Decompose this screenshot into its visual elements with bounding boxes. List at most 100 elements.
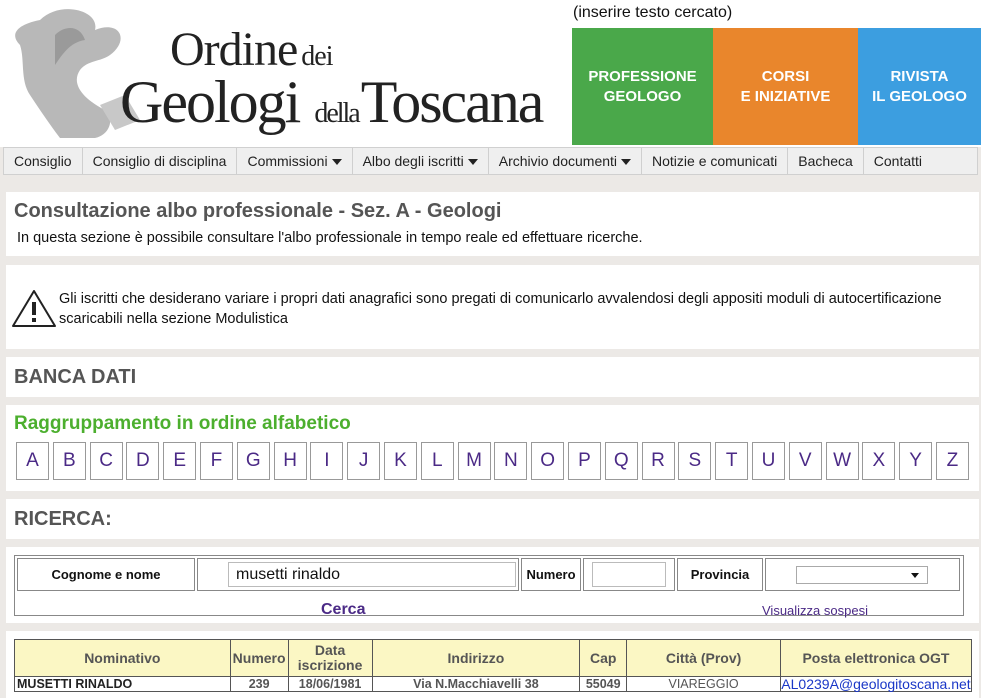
number-field-cell <box>583 558 675 591</box>
letter-button-z[interactable]: Z <box>935 442 969 480</box>
page-description: In questa sezione è possibile consultare… <box>17 230 643 246</box>
cell-data: 18/06/1981 <box>287 676 373 692</box>
site-search-input[interactable]: (inserire testo cercato) <box>572 4 981 26</box>
warning-icon <box>12 290 56 327</box>
nav-label: Albo degli iscritti <box>362 153 464 169</box>
letter-button-f[interactable]: F <box>199 442 233 480</box>
name-field-cell: musetti rinaldo <box>197 558 519 591</box>
letter-button-n[interactable]: N <box>494 442 528 480</box>
name-label: Cognome e nome <box>17 558 195 591</box>
cell-indirizzo: Via N.Macchiavelli 38 <box>371 676 581 692</box>
letter-button-k[interactable]: K <box>383 442 417 480</box>
tile-professione-geologo[interactable]: PROFESSIONE GEOLOGO <box>572 28 713 145</box>
table-row: MUSETTI RINALDO 239 18/06/1981 Via N.Mac… <box>14 676 973 692</box>
col-header-cap: Cap <box>579 639 628 677</box>
nav-item-commissioni[interactable]: Commissioni <box>237 148 353 174</box>
letter-button-b[interactable]: B <box>52 442 86 480</box>
col-header-data-iscrizione: Data iscrizione <box>287 639 373 677</box>
nav-label: Archivio documenti <box>498 153 618 169</box>
alphabet-letters: ABCDEFGHIJKLMNOPQRSTUVWXYZ <box>16 442 973 480</box>
name-field[interactable]: musetti rinaldo <box>228 562 516 587</box>
letter-button-j[interactable]: J <box>347 442 381 480</box>
number-label: Numero <box>521 558 581 591</box>
letter-button-y[interactable]: Y <box>899 442 933 480</box>
email-link[interactable]: AL0239A@geologitoscana.net <box>779 676 973 692</box>
letter-button-w[interactable]: W <box>825 442 859 480</box>
tile-corsi-iniziative[interactable]: CORSI E INIZIATIVE <box>713 28 858 145</box>
letter-button-m[interactable]: M <box>457 442 491 480</box>
alphabet-panel: Raggruppamento in ordine alfabetico ABCD… <box>6 405 979 491</box>
header-line2: iscrizione <box>297 657 363 673</box>
letter-button-d[interactable]: D <box>126 442 160 480</box>
alphabet-heading: Raggruppamento in ordine alfabetico <box>14 413 351 434</box>
nav-item-archivio-documenti[interactable]: Archivio documenti <box>489 148 643 174</box>
letter-button-i[interactable]: I <box>310 442 344 480</box>
nav-label: Contatti <box>873 153 923 169</box>
page-title: Consultazione albo professionale - Sez. … <box>14 200 502 222</box>
letter-button-g[interactable]: G <box>236 442 270 480</box>
col-header-nominativo: Nominativo <box>14 639 231 677</box>
number-field[interactable] <box>592 562 666 587</box>
logo-word-della: della <box>314 98 360 129</box>
cell-numero: 239 <box>229 676 289 692</box>
search-form: Cognome e nome musetti rinaldo Numero Pr… <box>14 555 964 619</box>
nav-item-notizie-e-comunicati[interactable]: Notizie e comunicati <box>642 148 789 174</box>
caret-down-icon <box>467 159 478 165</box>
nav-item-contatti[interactable]: Contatti <box>864 148 932 174</box>
nav-item-consiglio-di-disciplina[interactable]: Consiglio di disciplina <box>83 148 238 174</box>
banca-dati-panel: BANCA DATI <box>6 357 979 397</box>
col-header-email: Posta elettronica OGT <box>779 639 973 677</box>
view-suspended-link[interactable]: Visualizza sospesi <box>762 603 868 618</box>
search-button[interactable]: Cerca <box>321 601 365 619</box>
tile-label-line2: E INIZIATIVE <box>740 87 831 105</box>
banca-dati-heading: BANCA DATI <box>14 366 137 388</box>
letter-button-q[interactable]: Q <box>604 442 638 480</box>
results-table: Nominativo Numero Data iscrizione Indiriz… <box>14 639 973 692</box>
logo-word-geologi: Geologi <box>120 69 301 135</box>
nav-label: Commissioni <box>247 153 328 169</box>
letter-button-x[interactable]: X <box>862 442 896 480</box>
ricerca-heading: RICERCA: <box>14 508 112 530</box>
letter-button-u[interactable]: U <box>751 442 785 480</box>
letter-button-t[interactable]: T <box>715 442 749 480</box>
tile-label-line1: CORSI <box>761 67 810 85</box>
notice-panel: Gli iscritti che desiderano variare i pr… <box>6 265 979 349</box>
intro-panel: Consultazione albo professionale - Sez. … <box>6 192 979 256</box>
nav-label: Notizie e comunicati <box>652 153 778 169</box>
letter-button-a[interactable]: A <box>16 442 49 480</box>
table-header-row: Nominativo Numero Data iscrizione Indiriz… <box>14 639 973 677</box>
tile-label-line2: IL GEOLOGO <box>872 87 967 105</box>
letter-button-v[interactable]: V <box>788 442 822 480</box>
logo-word-toscana: Toscana <box>360 69 545 135</box>
letter-button-c[interactable]: C <box>89 442 123 480</box>
header-line1: Data <box>314 642 346 658</box>
letter-button-l[interactable]: L <box>420 442 454 480</box>
nav-label: Consiglio di disciplina <box>92 153 227 169</box>
letter-button-e[interactable]: E <box>163 442 197 480</box>
cell-cap: 55049 <box>579 676 628 692</box>
letter-button-o[interactable]: O <box>531 442 565 480</box>
ricerca-panel: RICERCA: <box>6 499 979 539</box>
tile-rivista-il-geologo[interactable]: RIVISTA IL GEOLOGO <box>858 28 981 145</box>
nav-item-bacheca[interactable]: Bacheca <box>788 148 864 174</box>
col-header-indirizzo: Indirizzo <box>371 639 581 677</box>
results-panel: Nominativo Numero Data iscrizione Indiriz… <box>6 631 979 698</box>
nav-item-albo-degli-iscritti[interactable]: Albo degli iscritti <box>353 148 489 174</box>
caret-down-icon <box>331 159 342 165</box>
search-form-panel: Cognome e nome musetti rinaldo Numero Pr… <box>6 547 979 623</box>
cell-citta: VIAREGGIO <box>626 676 781 692</box>
letter-button-s[interactable]: S <box>678 442 712 480</box>
letter-button-h[interactable]: H <box>273 442 307 480</box>
tile-label-line2: GEOLOGO <box>603 87 682 105</box>
province-select[interactable] <box>796 566 928 584</box>
caret-down-icon <box>621 159 632 165</box>
site-logo[interactable]: Ordine dei Geologi dellaToscana <box>120 16 570 146</box>
nav-label: Bacheca <box>798 153 853 169</box>
dropdown-arrow-icon <box>911 573 919 578</box>
nav-item-consiglio[interactable]: Consiglio <box>4 148 83 174</box>
notice-text: Gli iscritti che desiderano variare i pr… <box>59 291 942 327</box>
main-nav: Consiglio Consiglio di disciplina Commis… <box>3 147 978 175</box>
letter-button-p[interactable]: P <box>567 442 601 480</box>
nav-label: Consiglio <box>14 153 72 169</box>
letter-button-r[interactable]: R <box>641 442 675 480</box>
